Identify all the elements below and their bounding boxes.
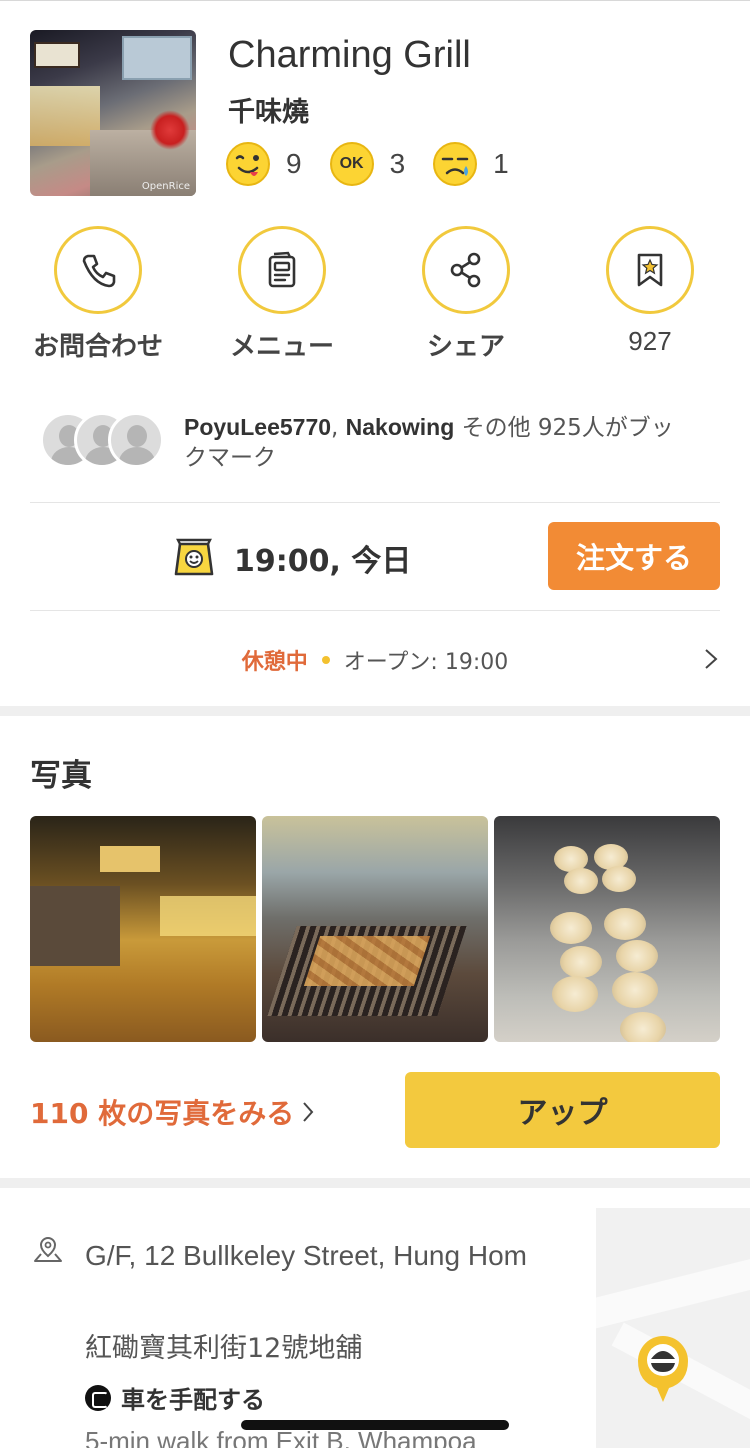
share-icon xyxy=(450,252,481,288)
top-divider xyxy=(0,0,750,1)
order-button[interactable]: 注文する xyxy=(548,522,720,590)
chevron-right-icon xyxy=(303,1102,314,1122)
home-indicator[interactable] xyxy=(241,1420,509,1430)
chevron-right-icon[interactable] xyxy=(704,648,718,670)
address-chinese[interactable]: 紅磡寶其利街12號地舖 xyxy=(85,1326,362,1365)
contact-label: お問合わせ xyxy=(32,332,163,362)
rating-sad-count: 1 xyxy=(493,148,509,179)
menu-action[interactable]: メニュー xyxy=(190,226,374,363)
status-open-time: オープン: 19:00 xyxy=(343,650,509,675)
share-action[interactable]: シェア xyxy=(374,226,558,363)
rating-sad[interactable]: 1 xyxy=(433,142,509,186)
restaurant-name: Charming Grill xyxy=(228,34,471,76)
opening-status[interactable]: 休憩中 オープン: 19:00 xyxy=(0,644,750,676)
section-separator xyxy=(0,706,750,716)
photo-thumbnail-1[interactable] xyxy=(30,816,256,1042)
rating-smile[interactable]: 9 xyxy=(226,142,302,186)
bookmark-action[interactable]: 927 xyxy=(558,226,742,357)
bookmark-separator: , xyxy=(331,415,346,441)
divider xyxy=(30,610,720,611)
ride-hail-label: 車を手配する xyxy=(121,1386,265,1414)
rating-smile-count: 9 xyxy=(286,148,302,179)
bookmark-user-2: Nakowing xyxy=(345,414,455,440)
see-all-photos-link[interactable]: 110 枚の写真をみる xyxy=(30,1092,314,1132)
status-closed-label: 休憩中 xyxy=(241,650,308,675)
order-time: 19:00, 今日 xyxy=(234,544,412,579)
bookmark-count: 927 xyxy=(628,326,672,356)
phone-icon xyxy=(82,254,116,288)
share-button[interactable] xyxy=(422,226,510,314)
avatar xyxy=(108,412,164,468)
menu-button[interactable] xyxy=(238,226,326,314)
map-pin-icon xyxy=(638,1336,688,1402)
map-preview[interactable] xyxy=(596,1208,750,1448)
smile-face-icon xyxy=(226,142,270,186)
bookmark-star-icon xyxy=(637,253,663,287)
menu-label: メニュー xyxy=(229,332,334,362)
contact-button[interactable] xyxy=(54,226,142,314)
takeaway-bag-icon xyxy=(174,538,214,576)
rating-ok-count: 3 xyxy=(389,148,406,179)
contact-action[interactable]: お問合わせ xyxy=(6,226,190,363)
see-all-photos-label: 110 枚の写真をみる xyxy=(30,1097,295,1130)
bookmark-avatars[interactable] xyxy=(40,412,170,472)
section-separator xyxy=(0,1178,750,1188)
address-english[interactable]: G/F, 12 Bullkeley Street, Hung Hom xyxy=(85,1232,585,1280)
upload-photo-button[interactable]: アップ xyxy=(405,1072,720,1148)
sad-face-icon xyxy=(433,142,478,186)
rating-ok[interactable]: OK 3 xyxy=(329,142,406,186)
status-dot xyxy=(321,656,330,664)
share-label: シェア xyxy=(426,332,505,362)
location-pin-icon xyxy=(34,1236,62,1262)
menu-book-icon xyxy=(268,251,296,288)
ok-face-icon: OK xyxy=(329,142,374,186)
photo-thumbnail-2[interactable] xyxy=(262,816,488,1042)
photo-watermark: OpenRice xyxy=(141,181,190,192)
ride-hail-link[interactable]: 車を手配する xyxy=(85,1380,265,1415)
restaurant-cover-photo[interactable]: OpenRice xyxy=(30,30,196,196)
divider xyxy=(30,502,720,503)
photo-thumbnail-3[interactable] xyxy=(494,816,720,1042)
bookmark-button[interactable] xyxy=(606,226,694,314)
rating-summary: 9 OK 3 1 xyxy=(226,142,537,186)
restaurant-local-name: 千味燒 xyxy=(228,97,309,128)
uber-icon xyxy=(85,1384,111,1411)
bookmark-user-1: PoyuLee5770 xyxy=(184,414,332,440)
photos-section-title: 写真 xyxy=(30,758,92,794)
bookmark-summary[interactable]: PoyuLee5770, Nakowing その他 925人がブックマーク xyxy=(184,412,684,473)
